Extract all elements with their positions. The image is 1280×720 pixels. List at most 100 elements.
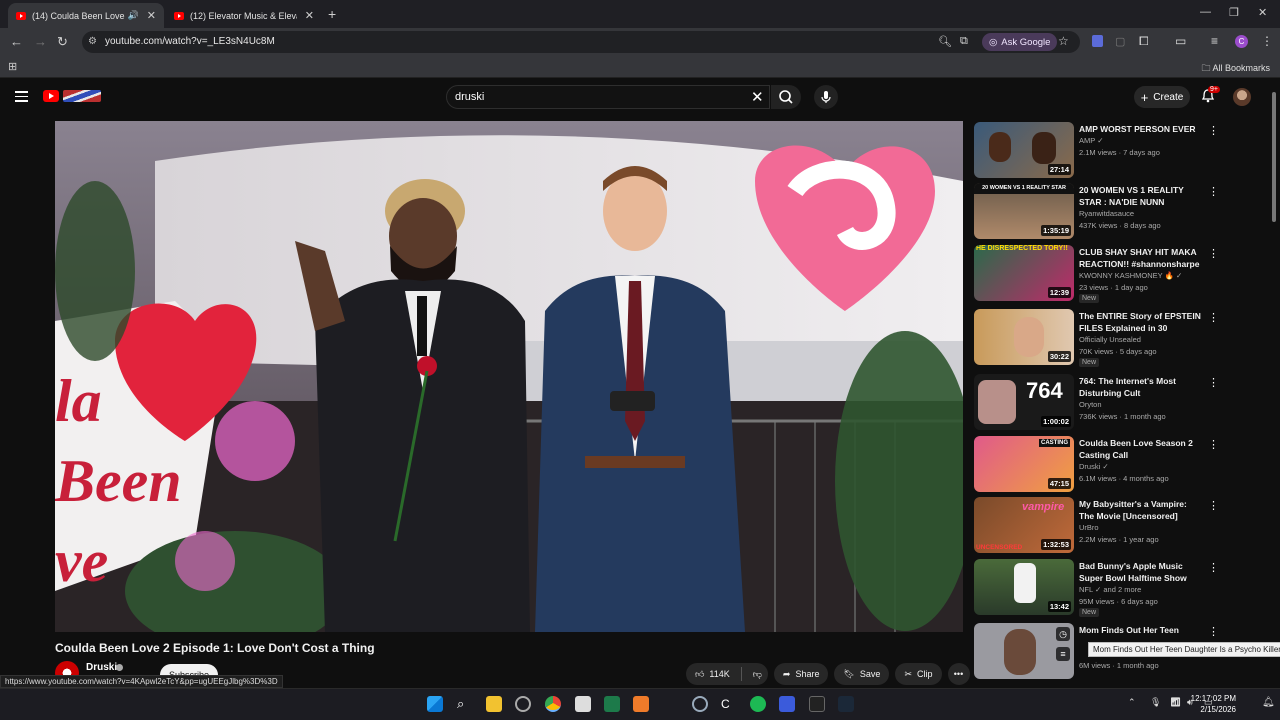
save-button[interactable]: 🔖︎ Save [834, 663, 890, 685]
more-options-icon[interactable]: ⋮ [1208, 247, 1219, 260]
install-app-icon[interactable]: ⧉ [960, 35, 968, 48]
thumbs-down-icon[interactable]: 👎︎ [753, 669, 762, 680]
taskbar-search-icon[interactable]: ⌕ [457, 696, 473, 712]
more-options-icon[interactable]: ⋮ [1208, 124, 1219, 137]
doodle-logo[interactable] [63, 90, 101, 102]
start-menu-icon[interactable] [427, 696, 443, 712]
video-title[interactable]: Coulda Been Love Season 2 Casting Call [1079, 437, 1201, 461]
channel-name[interactable]: Druski [86, 662, 117, 673]
system-clock[interactable]: 12:17:02 PM 2/15/2026 [1191, 693, 1236, 715]
file-explorer-icon[interactable] [486, 696, 502, 712]
video-thumbnail[interactable]: CASTING 47:15 [974, 436, 1074, 492]
clip-button[interactable]: ✂ Clip [895, 663, 942, 685]
minimize-icon[interactable]: — [1200, 6, 1211, 18]
like-button[interactable]: 👍︎ 114K 👎︎ [686, 663, 768, 685]
channel-name[interactable]: KWONNY KASHMONEY 🔥 ✓ [1079, 271, 1182, 280]
video-thumbnail[interactable]: ◷ ≡ [974, 623, 1074, 679]
more-options-icon[interactable]: ⋮ [1208, 185, 1219, 198]
video-title[interactable]: Bad Bunny's Apple Music Super Bowl Halft… [1079, 560, 1201, 584]
recommended-video[interactable]: 20 WOMEN VS 1 REALITY STAR 1:35:19 20 WO… [974, 183, 1219, 241]
app-dark-icon[interactable] [809, 696, 825, 712]
create-button[interactable]: + Create [1134, 86, 1190, 108]
more-options-icon[interactable]: ⋮ [1208, 438, 1219, 451]
extensions-puzzle-icon[interactable]: ⧠ [1139, 34, 1149, 49]
video-thumbnail[interactable]: 764 1:00:02 [974, 374, 1074, 430]
more-options-icon[interactable]: ⋮ [1208, 376, 1219, 389]
channel-name[interactable]: AMP ✓ [1079, 136, 1104, 145]
more-options-icon[interactable]: ⋮ [1208, 561, 1219, 574]
scrollbar-thumb[interactable] [1272, 92, 1276, 222]
recommended-video[interactable]: 764 1:00:02 764: The Internet's Most Dis… [974, 374, 1219, 432]
video-title[interactable]: Mom Finds Out Her Teen Daughter Is a Psy… [1079, 624, 1201, 636]
video-thumbnail[interactable]: 30:22 [974, 309, 1074, 365]
tab-active[interactable]: (14) Coulda Been Love 2 Ep 🔊 ✕ [8, 3, 164, 28]
forward-icon[interactable]: → [34, 34, 47, 49]
video-player[interactable]: la Been ve [55, 121, 963, 632]
more-options-icon[interactable]: ⋮ [1208, 625, 1219, 638]
video-title[interactable]: CLUB SHAY SHAY HIT MAKA REACTION!! #shan… [1079, 246, 1201, 270]
tab-elevator-music[interactable]: (12) Elevator Music & Elevator J ✕ [166, 3, 322, 28]
channel-name[interactable]: NFL ✓ and 2 more [1079, 585, 1141, 594]
page-scrollbar[interactable] [1270, 92, 1278, 222]
restore-icon[interactable]: ❐ [1229, 6, 1239, 19]
app-blue-icon[interactable] [779, 696, 795, 712]
video-thumbnail[interactable]: vampire UNCENSORED 1:32:53 [974, 497, 1074, 553]
all-bookmarks-button[interactable]: 🗀 All Bookmarks [1201, 61, 1270, 77]
clear-search-icon[interactable]: ✕ [751, 88, 764, 106]
recommended-video[interactable]: 30:22 The ENTIRE Story of EPSTEIN FILES … [974, 309, 1219, 367]
excel-icon[interactable] [604, 696, 620, 712]
media-controls-icon[interactable]: ≡ [1211, 34, 1218, 48]
video-title[interactable]: The ENTIRE Story of EPSTEIN FILES Explai… [1079, 310, 1201, 334]
video-title[interactable]: 20 WOMEN VS 1 REALITY STAR : NA'DIE NUNN [1079, 184, 1201, 208]
url-text[interactable]: youtube.com/watch?v=_LE3sN4Uc8M [105, 36, 275, 47]
recommended-video[interactable]: 13:42 Bad Bunny's Apple Music Super Bowl… [974, 559, 1219, 617]
video-thumbnail[interactable]: 13:42 [974, 559, 1074, 615]
video-thumbnail[interactable]: HE DISRESPECTED TORY!! 12:39 [974, 245, 1074, 301]
wifi-icon[interactable]: 📶︎ [1170, 697, 1181, 708]
channel-name[interactable]: Ryanwitdasauce [1079, 209, 1134, 218]
close-tab-icon[interactable]: ✕ [147, 9, 156, 22]
channel-name[interactable]: UrBro [1079, 523, 1099, 532]
hamburger-menu-icon[interactable] [15, 91, 28, 105]
new-tab-button[interactable]: + [328, 6, 336, 22]
video-thumbnail[interactable]: 20 WOMEN VS 1 REALITY STAR 1:35:19 [974, 183, 1074, 239]
video-thumbnail[interactable]: 27:14 [974, 122, 1074, 178]
recommended-video[interactable]: CASTING 47:15 Coulda Been Love Season 2 … [974, 436, 1219, 494]
chrome-menu-icon[interactable]: ⋮ [1261, 34, 1273, 48]
profile-avatar[interactable]: C [1235, 35, 1248, 48]
video-title[interactable]: AMP WORST PERSON EVER [1079, 123, 1201, 135]
notepad-icon[interactable] [575, 696, 591, 712]
channel-name[interactable]: Druski ✓ [1079, 462, 1109, 471]
recommended-video[interactable]: 27:14 AMP WORST PERSON EVER AMP ✓ 2.1M v… [974, 122, 1219, 180]
settings-icon[interactable] [515, 696, 531, 712]
app-c-icon[interactable]: C [721, 696, 737, 712]
ask-google-button[interactable]: ◎ Ask Google [982, 33, 1058, 51]
close-window-icon[interactable]: ✕ [1258, 6, 1267, 19]
channel-name[interactable]: Officially Unsealed [1079, 335, 1141, 344]
reload-icon[interactable]: ↻ [57, 34, 68, 50]
back-icon[interactable]: ← [10, 34, 23, 49]
search-input[interactable] [446, 85, 770, 109]
tray-chevron-icon[interactable]: ⌃ [1128, 697, 1136, 708]
apps-grid-icon[interactable]: ⊞ [8, 60, 17, 73]
tray-mic-icon[interactable]: 🎙︎ [1150, 697, 1161, 708]
app-icon[interactable] [633, 696, 649, 712]
notifications-icon[interactable]: 🔔︎ [1262, 697, 1275, 708]
spotify-icon[interactable] [750, 696, 766, 712]
steam-like-icon[interactable] [692, 696, 708, 712]
watch-later-icon[interactable]: ◷ [1056, 627, 1070, 641]
channel-name[interactable]: Oryton [1079, 400, 1102, 409]
bookmark-star-icon[interactable]: ☆ [1058, 34, 1069, 48]
youtube-logo-icon[interactable] [43, 90, 59, 102]
chrome-taskbar-icon[interactable] [545, 696, 561, 712]
video-title[interactable]: My Babysitter's a Vampire: The Movie [Un… [1079, 498, 1201, 522]
add-to-queue-icon[interactable]: ≡ [1056, 647, 1070, 661]
extension-icon[interactable]: ▢ [1115, 35, 1125, 48]
recommended-video[interactable]: HE DISRESPECTED TORY!! 12:39 CLUB SHAY S… [974, 245, 1219, 303]
speaker-icon[interactable]: 🔊 [128, 10, 139, 21]
video-title[interactable]: 764: The Internet's Most Disturbing Cult [1079, 375, 1201, 399]
side-panel-icon[interactable]: ▭ [1175, 34, 1186, 48]
share-button[interactable]: ➦ Share [773, 663, 829, 685]
search-button[interactable] [771, 85, 801, 109]
recommended-video[interactable]: vampire UNCENSORED 1:32:53 My Babysitter… [974, 497, 1219, 555]
